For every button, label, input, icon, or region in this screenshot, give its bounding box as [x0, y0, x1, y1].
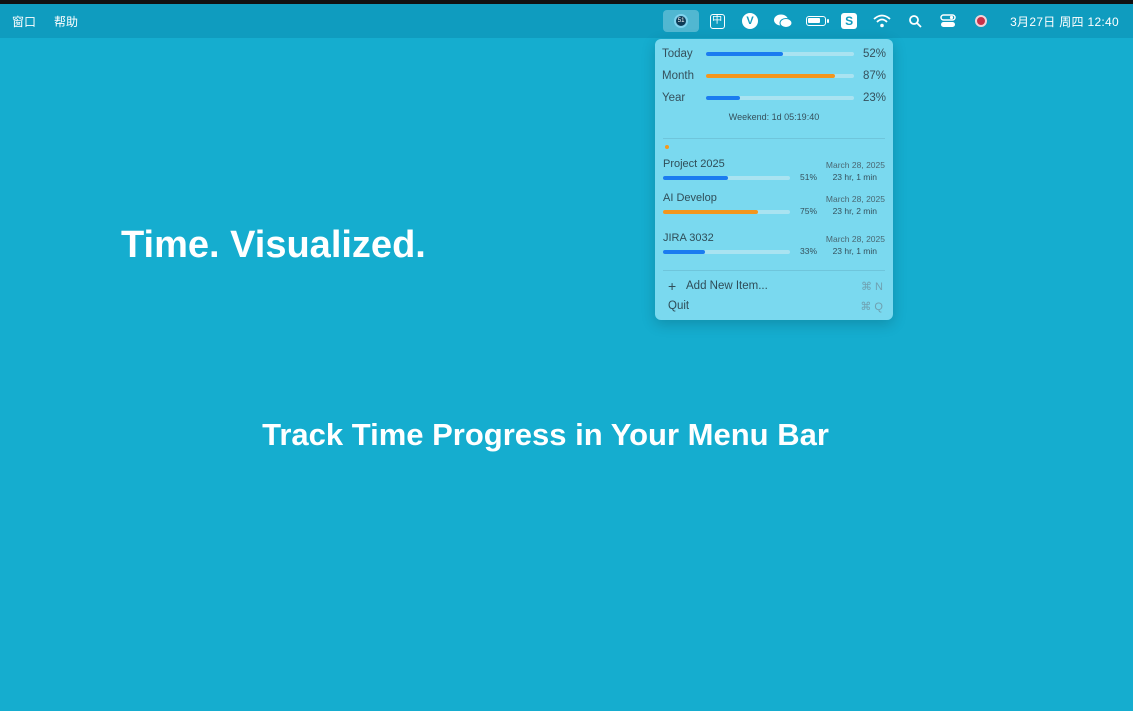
menu-bar-clock[interactable]: 3月27日 周四 12:40	[1010, 13, 1119, 30]
menu-bar: 窗口 帮助 51 中 V S 3月27日 周四 12:40	[0, 4, 1133, 38]
input-method-item[interactable]: 中	[702, 10, 732, 32]
add-item-shortcut: ⌘ N	[861, 280, 883, 293]
progress-track	[706, 52, 854, 56]
divider	[663, 270, 885, 271]
item-name: AI Develop	[663, 192, 717, 204]
user-item[interactable]	[966, 10, 996, 32]
hero-headline: Time. Visualized.	[121, 224, 426, 266]
item-remaining: 23 hr, 2 min	[832, 206, 877, 216]
menu-window[interactable]: 窗口	[12, 13, 36, 30]
progress-percent: 23%	[862, 92, 886, 104]
item-remaining: 23 hr, 1 min	[832, 172, 877, 182]
wifi-icon	[873, 14, 891, 28]
item-remaining: 23 hr, 1 min	[832, 246, 877, 256]
control-center-icon	[940, 14, 956, 27]
item-date: March 28, 2025	[825, 160, 885, 170]
progress-row-year: Year 23%	[662, 91, 886, 105]
wechat-icon	[774, 14, 793, 28]
progress-fill	[706, 96, 741, 100]
time-progress-dropdown: Today 52% Month 87% Year 23% Weekend: 1d…	[655, 39, 893, 320]
item-progress-track	[663, 176, 790, 180]
progress-percent: 87%	[862, 70, 886, 82]
item-progress-track	[663, 250, 790, 254]
search-icon	[909, 15, 922, 28]
indicator-dot	[665, 145, 669, 149]
s-app-item[interactable]: S	[834, 10, 864, 32]
item-date: March 28, 2025	[825, 194, 885, 204]
item-date: March 28, 2025	[825, 234, 885, 244]
list-item-project[interactable]: Project 2025 March 28, 2025 51% 23 hr, 1…	[663, 158, 885, 190]
app-menu: 窗口 帮助	[0, 13, 78, 30]
add-item-label: Add New Item...	[686, 280, 768, 292]
plus-icon: +	[668, 278, 677, 294]
progress-row-month: Month 87%	[662, 69, 886, 83]
progress-label: Year	[662, 92, 686, 104]
time-progress-status-item[interactable]: 51	[663, 10, 700, 32]
progress-percent: 52%	[862, 48, 886, 60]
item-name: JIRA 3032	[663, 232, 714, 244]
menu-help[interactable]: 帮助	[54, 13, 78, 30]
progress-label: Month	[662, 70, 694, 82]
time-progress-icon: 51	[674, 14, 689, 28]
battery-icon	[806, 16, 830, 26]
quit-button[interactable]: Quit ⌘ Q	[668, 298, 883, 314]
progress-fill	[706, 52, 783, 56]
spotlight-item[interactable]	[900, 10, 930, 32]
status-area: 51 中 V S 3月27日 周四 12:40	[660, 4, 1119, 38]
progress-row-today: Today 52%	[662, 47, 886, 61]
progress-track	[706, 74, 854, 78]
progress-track	[706, 96, 854, 100]
quit-label: Quit	[668, 300, 690, 312]
vpn-icon: V	[742, 13, 759, 29]
item-percent: 51%	[800, 172, 818, 182]
item-progress-fill	[663, 176, 728, 180]
wechat-item[interactable]	[768, 10, 798, 32]
avatar-icon	[975, 15, 988, 27]
divider	[663, 138, 885, 139]
list-item-jira[interactable]: JIRA 3032 March 28, 2025 33% 23 hr, 1 mi…	[663, 232, 885, 264]
item-progress-track	[663, 210, 790, 214]
quit-shortcut: ⌘ Q	[860, 300, 883, 313]
wifi-item[interactable]	[867, 10, 897, 32]
weekend-countdown: Weekend: 1d 05:19:40	[728, 112, 820, 122]
item-name: Project 2025	[663, 158, 725, 170]
battery-item[interactable]	[801, 10, 831, 32]
hero-subline: Track Time Progress in Your Menu Bar	[262, 417, 829, 452]
item-progress-fill	[663, 210, 759, 214]
input-method-icon: 中	[709, 13, 725, 29]
s-app-icon: S	[841, 13, 858, 29]
list-item-ai-develop[interactable]: AI Develop March 28, 2025 75% 23 hr, 2 m…	[663, 192, 885, 224]
progress-label: Today	[662, 48, 693, 60]
item-percent: 75%	[800, 206, 818, 216]
clash-item[interactable]: V	[735, 10, 765, 32]
item-progress-fill	[663, 250, 705, 254]
item-percent: 33%	[800, 246, 818, 256]
add-new-item-button[interactable]: + Add New Item... ⌘ N	[668, 278, 883, 294]
control-center-item[interactable]	[933, 10, 963, 32]
progress-fill	[706, 74, 835, 78]
